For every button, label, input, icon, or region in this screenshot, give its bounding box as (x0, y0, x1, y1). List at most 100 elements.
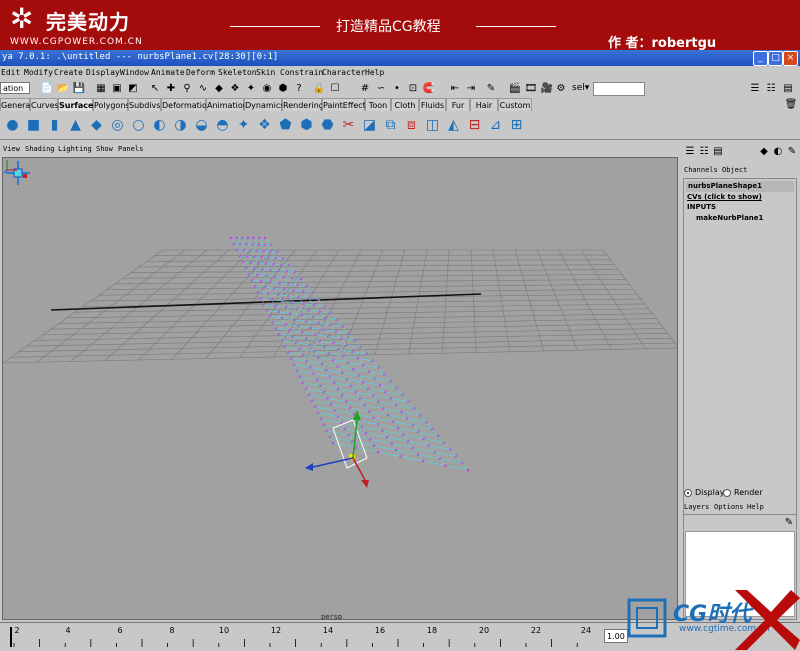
nurbs-plane-icon[interactable]: ◆ (87, 116, 106, 135)
paint-brush-icon[interactable]: ✎ (785, 145, 799, 159)
extrude-icon[interactable]: ◓ (213, 116, 232, 135)
select-by-curve-icon[interactable]: ∿ (196, 82, 210, 96)
menu-modify[interactable]: Modify (24, 68, 53, 77)
loft-icon[interactable]: ◑ (171, 116, 190, 135)
select-object-icon[interactable]: ▣ (110, 82, 124, 96)
trim-tool-icon[interactable]: ✂ (339, 116, 358, 135)
quick-selection-label[interactable]: sel▾ (572, 83, 589, 93)
tab-custom[interactable]: Custom (498, 98, 532, 111)
tab-toon[interactable]: Toon (365, 98, 391, 111)
open-scene-icon[interactable]: 📂 (56, 82, 70, 96)
menu-edit[interactable]: Edit (1, 68, 20, 77)
insert-isoparm-icon[interactable]: ⊟ (465, 116, 484, 135)
output-connections-icon[interactable]: ⇥ (464, 82, 478, 96)
shelf-trash-icon[interactable]: 🗑 (784, 98, 798, 112)
render-radio[interactable] (723, 489, 731, 497)
menu-character[interactable]: Character (322, 68, 365, 77)
options-menu[interactable]: Options (714, 503, 744, 511)
menu-help[interactable]: Help (365, 68, 384, 77)
attribute-color-icon[interactable]: ◆ (757, 145, 771, 159)
cvs-click-to-show[interactable]: CVs (click to show) (687, 193, 762, 201)
tab-fluids[interactable]: Fluids (419, 98, 446, 111)
tab-curves[interactable]: Curves (30, 98, 59, 111)
save-scene-icon[interactable]: 💾 (72, 82, 86, 96)
3d-viewport[interactable]: persp (2, 157, 678, 620)
select-by-misc-icon[interactable]: ⬢ (276, 82, 290, 96)
combined-mode-icon[interactable]: ▤ (711, 145, 725, 159)
select-by-render-icon[interactable]: ◉ (260, 82, 274, 96)
birail-icon[interactable]: ✦ (234, 116, 253, 135)
untrim-icon[interactable]: ◪ (360, 116, 379, 135)
lock-selection-icon[interactable]: 🔒 (312, 82, 326, 96)
channel-box-icon[interactable]: ▤ (781, 82, 795, 96)
menu-constrain[interactable]: Constrain (280, 68, 323, 77)
tab-subdivs[interactable]: Subdivs (128, 98, 161, 111)
offset-surface-icon[interactable]: ⊞ (507, 116, 526, 135)
tab-surfaces[interactable]: Surfaces (58, 98, 98, 111)
select-by-joint-icon[interactable]: ⚲ (180, 82, 194, 96)
tab-fur[interactable]: Fur (446, 98, 470, 111)
intersect-icon[interactable]: ⬣ (318, 116, 337, 135)
render-current-frame-icon[interactable]: 🎞 (524, 82, 538, 96)
snap-grid-icon[interactable]: # (358, 82, 372, 96)
render-view-icon[interactable]: 🎬 (508, 82, 522, 96)
nurbs-circle-icon[interactable]: ○ (129, 116, 148, 135)
tab-deformation[interactable]: Deformation (161, 98, 212, 111)
layer-editor-mode-icon[interactable]: ☷ (697, 145, 711, 159)
panel-menu-show[interactable]: Show (96, 145, 113, 153)
quick-selection-field[interactable] (593, 82, 645, 96)
layers-help-menu[interactable]: Help (747, 503, 764, 511)
menu-window[interactable]: Window (120, 68, 149, 77)
display-radio[interactable] (684, 489, 692, 497)
select-by-dynamic-icon[interactable]: ✦ (244, 82, 258, 96)
panel-menu-view[interactable]: View (3, 145, 20, 153)
layers-menu[interactable]: Layers (684, 503, 709, 511)
select-by-handle-icon[interactable]: ✚ (164, 82, 178, 96)
nurbs-cube-icon[interactable]: ■ (24, 116, 43, 135)
maximize-button[interactable]: □ (768, 51, 783, 66)
construction-history-icon[interactable]: ✎ (484, 82, 498, 96)
channels-menu[interactable]: Channels (684, 166, 718, 174)
tab-hair[interactable]: Hair (470, 98, 498, 111)
tab-painteffects[interactable]: PaintEffects (322, 98, 370, 111)
open-close-surfaces-icon[interactable]: ◭ (444, 116, 463, 135)
current-time-marker[interactable] (10, 627, 12, 647)
highlight-selection-icon[interactable]: ☐ (328, 82, 342, 96)
render-globals-icon[interactable]: ⚙ (554, 82, 568, 96)
menu-skin[interactable]: Skin (256, 68, 275, 77)
menu-display[interactable]: Display (86, 68, 120, 77)
nurbs-sphere-icon[interactable]: ● (3, 116, 22, 135)
nurbs-cone-icon[interactable]: ▲ (66, 116, 85, 135)
select-by-deformer-icon[interactable]: ❖ (228, 82, 242, 96)
tab-polygons[interactable]: Polygons (93, 98, 130, 111)
channel-box-mode-icon[interactable]: ☰ (683, 145, 697, 159)
panel-menu-lighting[interactable]: Lighting (58, 145, 92, 153)
create-layer-icon[interactable]: ✎ (782, 516, 796, 530)
tab-rendering[interactable]: Rendering (282, 98, 324, 111)
tool-settings-icon[interactable]: ☷ (764, 82, 778, 96)
menu-animate[interactable]: Animate (151, 68, 185, 77)
snap-view-plane-icon[interactable]: ⊡ (406, 82, 420, 96)
object-menu[interactable]: Object (722, 166, 747, 174)
select-by-surface-icon[interactable]: ◆ (212, 82, 226, 96)
bevel-icon[interactable]: ⬢ (297, 116, 316, 135)
make-live-icon[interactable]: 🧲 (422, 82, 436, 96)
ipr-render-icon[interactable]: 🎥 (540, 82, 554, 96)
nurbs-cylinder-icon[interactable]: ▮ (45, 116, 64, 135)
shape-node-name[interactable]: nurbsPlaneShape1 (686, 181, 794, 192)
detach-surfaces-icon[interactable]: ⧈ (402, 116, 421, 135)
snap-point-icon[interactable]: • (390, 82, 404, 96)
align-surfaces-icon[interactable]: ◫ (423, 116, 442, 135)
shading-sphere-icon[interactable]: ◐ (771, 145, 785, 159)
square-surface-icon[interactable]: ⬟ (276, 116, 295, 135)
input-node-make-nurb-plane[interactable]: makeNurbPlane1 (696, 214, 763, 222)
select-by-question-icon[interactable]: ? (292, 82, 306, 96)
attribute-editor-icon[interactable]: ☰ (748, 82, 762, 96)
menu-set-select[interactable]: ation (0, 82, 30, 94)
panel-menu-panels[interactable]: Panels (118, 145, 143, 153)
menu-deform[interactable]: Deform (186, 68, 215, 77)
snap-curve-icon[interactable]: ∽ (374, 82, 388, 96)
new-scene-icon[interactable]: 📄 (40, 82, 54, 96)
input-connections-icon[interactable]: ⇤ (448, 82, 462, 96)
boundary-icon[interactable]: ❖ (255, 116, 274, 135)
